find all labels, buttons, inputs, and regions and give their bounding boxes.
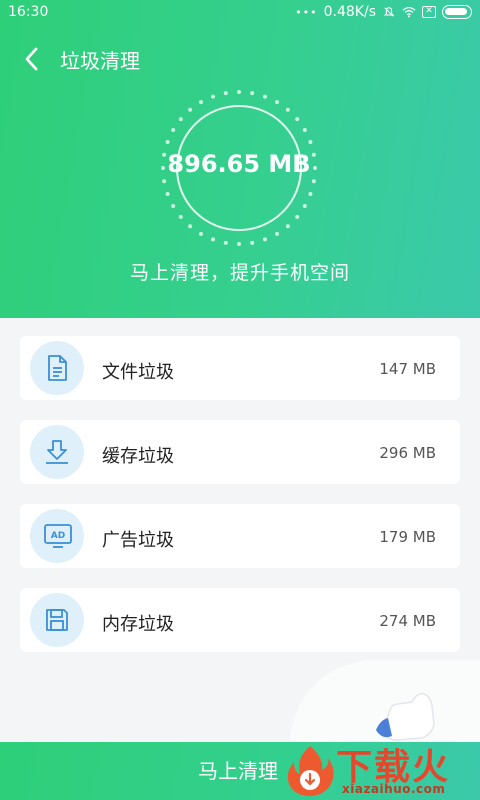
- gauge-dot: [171, 128, 176, 132]
- gauge-dot: [275, 100, 279, 105]
- back-chevron-icon[interactable]: [18, 44, 48, 74]
- title-bar: 垃圾清理: [0, 38, 480, 78]
- item-size: 147 MB: [379, 360, 436, 378]
- gauge-dot: [188, 224, 193, 229]
- file-icon: [30, 341, 84, 395]
- gauge-dot: [211, 237, 216, 242]
- gauge-dot: [285, 224, 290, 229]
- gauge-dot: [302, 128, 307, 132]
- gauge-dot: [237, 242, 241, 246]
- gauge-dot: [178, 214, 183, 219]
- ad-monitor-icon: AD: [30, 509, 84, 563]
- page-title: 垃圾清理: [60, 49, 140, 73]
- gauge-dot: [178, 117, 183, 122]
- wifi-icon: [402, 6, 416, 18]
- gauge-dot: [237, 90, 241, 94]
- item-size: 296 MB: [379, 444, 436, 462]
- gauge-dot: [308, 191, 313, 196]
- gauge-dot: [262, 94, 267, 99]
- item-label: 广告垃圾: [102, 530, 174, 551]
- list-item-ad-junk[interactable]: AD 广告垃圾 179 MB: [20, 504, 460, 568]
- gauge-dot: [223, 240, 228, 245]
- battery-icon: [442, 5, 472, 19]
- status-dots: •••: [295, 5, 318, 19]
- gauge-dot: [188, 107, 193, 112]
- status-bar: 16:30 ••• 0.48K/s ✕: [0, 0, 480, 26]
- item-size: 179 MB: [379, 528, 436, 546]
- watermark: 下载火 xiazaihuo.com: [280, 732, 480, 800]
- gauge-dot: [165, 191, 170, 196]
- gauge-dot: [285, 107, 290, 112]
- header-subtitle: 马上清理，提升手机空间: [129, 262, 350, 284]
- clean-now-label: 马上清理: [198, 759, 278, 783]
- list-item-file-junk[interactable]: 文件垃圾 147 MB: [20, 336, 460, 400]
- gauge-dot: [302, 204, 307, 208]
- gauge-dot: [295, 214, 300, 219]
- item-label: 内存垃圾: [102, 614, 174, 635]
- gauge-dot: [162, 179, 167, 184]
- total-junk-size: 896.65 MB: [167, 150, 311, 178]
- svg-text:AD: AD: [51, 531, 65, 541]
- sim-x-icon: ✕: [422, 6, 436, 18]
- status-time: 16:30: [8, 4, 49, 20]
- header-banner: 16:30 ••• 0.48K/s ✕ 垃圾清理 896.65 MB 马上清理，…: [0, 0, 480, 318]
- memory-card-icon: [30, 593, 84, 647]
- list-item-cache-junk[interactable]: 缓存垃圾 296 MB: [20, 420, 460, 484]
- junk-size-gauge: 896.65 MB: [159, 88, 319, 248]
- gauge-dot: [171, 204, 176, 208]
- mute-icon: [383, 7, 395, 17]
- list-item-memory-junk[interactable]: 内存垃圾 274 MB: [20, 588, 460, 652]
- gauge-dot: [223, 91, 228, 96]
- gauge-dot: [211, 94, 216, 99]
- junk-category-list: 文件垃圾 147 MB 缓存垃圾 296 MB AD 广告垃圾 179 MB 内…: [20, 336, 460, 672]
- gauge-dot: [311, 179, 316, 184]
- gauge-dot: [295, 117, 300, 122]
- watermark-domain: xiazaihuo.com: [342, 782, 446, 796]
- gauge-dot: [250, 240, 255, 245]
- gauge-dot: [262, 237, 267, 242]
- gauge-dot: [199, 100, 203, 105]
- gauge-dot: [275, 231, 279, 236]
- gauge-dot: [308, 140, 313, 145]
- item-label: 文件垃圾: [102, 362, 174, 383]
- gauge-dot: [199, 231, 203, 236]
- download-cache-icon: [30, 425, 84, 479]
- network-speed: 0.48K/s: [323, 4, 376, 20]
- item-size: 274 MB: [379, 612, 436, 630]
- flame-logo-icon: [287, 746, 334, 796]
- status-right: ••• 0.48K/s ✕: [295, 4, 472, 20]
- gauge-dot: [250, 91, 255, 96]
- gauge-dot: [165, 140, 170, 145]
- item-label: 缓存垃圾: [102, 446, 174, 467]
